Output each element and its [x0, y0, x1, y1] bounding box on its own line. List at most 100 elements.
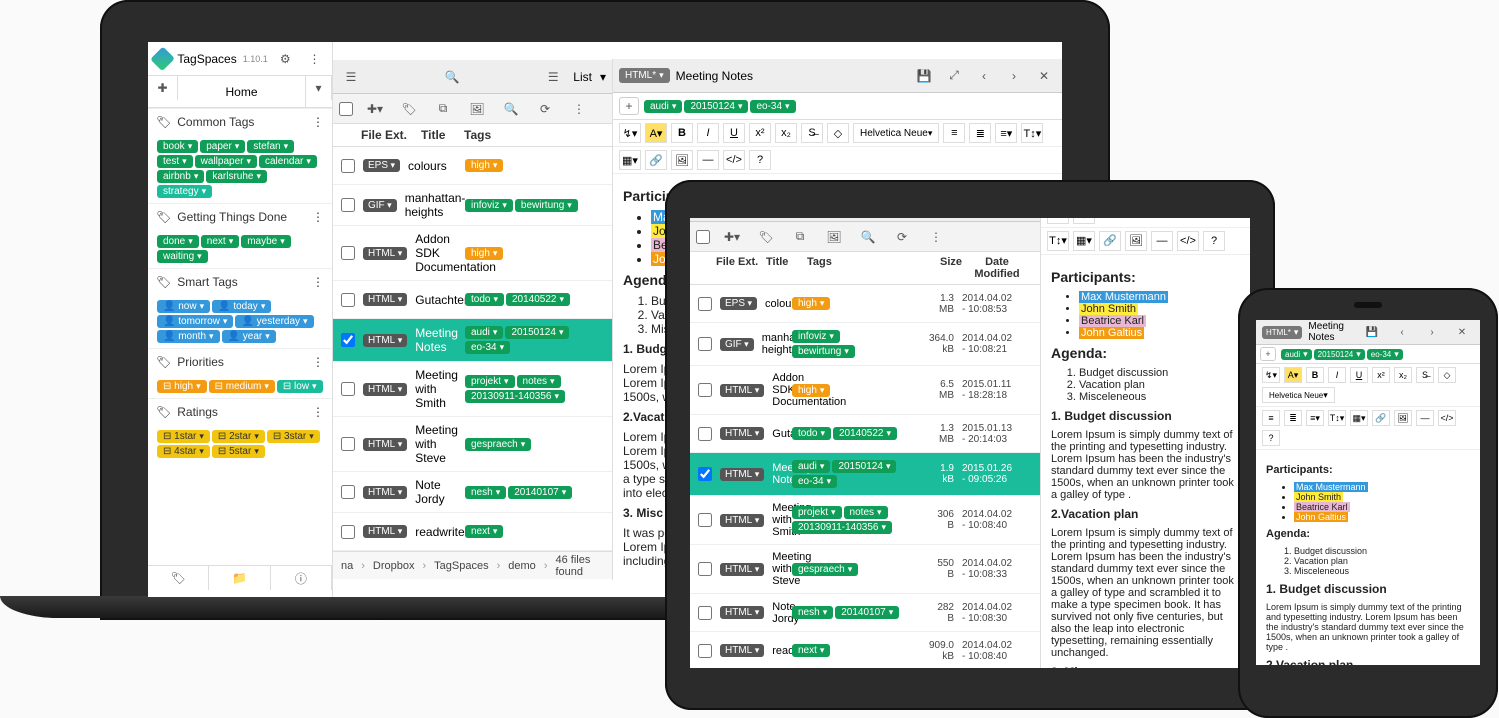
- sidebar-tag[interactable]: calendar: [259, 155, 317, 168]
- file-ext-badge[interactable]: HTML: [720, 563, 764, 576]
- editor-tag[interactable]: 20150124: [684, 100, 748, 113]
- file-tag[interactable]: 20140522: [506, 293, 570, 306]
- rte-clear[interactable]: S̶: [1047, 218, 1069, 224]
- rte-code[interactable]: </>: [1438, 410, 1456, 426]
- file-tag[interactable]: 20130911-140356: [465, 390, 565, 403]
- file-checkbox[interactable]: [698, 562, 712, 576]
- copy-icon[interactable]: ⧉: [431, 97, 455, 121]
- more-icon[interactable]: ⋮: [924, 225, 948, 249]
- file-row[interactable]: HTMLMeeting with Stevegespraech550B2014.…: [690, 545, 1040, 594]
- footer-folder-icon[interactable]: 📁: [209, 566, 270, 590]
- sidebar-tag[interactable]: strategy: [157, 185, 212, 198]
- file-row[interactable]: HTMLAddon SDK Documentationhigh: [333, 226, 612, 281]
- rte-font-select[interactable]: Helvetica Neue: [1262, 387, 1335, 403]
- file-row[interactable]: GIFmanhattan-heightsinfovizbewirtung: [333, 185, 612, 226]
- file-tag[interactable]: high: [792, 297, 830, 310]
- file-ext-badge[interactable]: HTML: [363, 383, 407, 396]
- file-row[interactable]: HTMLAddon SDK Documentationhigh6.5MB2015…: [690, 366, 1040, 415]
- file-tag[interactable]: infoviz: [792, 330, 840, 343]
- sidebar-group-header[interactable]: 🏷 Smart Tags⋮: [148, 268, 332, 295]
- prev-icon[interactable]: ‹: [972, 64, 996, 88]
- rte-align[interactable]: ≡▾: [995, 123, 1017, 143]
- footer-info-icon[interactable]: ⓘ: [271, 566, 332, 590]
- file-tag[interactable]: notes: [517, 375, 561, 388]
- file-row[interactable]: EPScolourshigh: [333, 147, 612, 185]
- sidebar-group-header[interactable]: 🏷 Common Tags⋮: [148, 108, 332, 135]
- file-checkbox[interactable]: [698, 467, 712, 481]
- rte-code[interactable]: </>: [1177, 231, 1199, 251]
- rte-italic[interactable]: I: [697, 123, 719, 143]
- file-row[interactable]: HTMLGutachtentodo20140522: [333, 281, 612, 319]
- add-tag-button[interactable]: +: [619, 97, 639, 115]
- sidebar-tag[interactable]: ⊟ 4star: [157, 445, 210, 458]
- sidebar-tag[interactable]: ⊟ 5star: [212, 445, 265, 458]
- rte-highlight[interactable]: A▾: [1284, 367, 1302, 383]
- editor-ext-badge[interactable]: HTML*: [619, 68, 670, 83]
- file-ext-badge[interactable]: HTML: [363, 247, 407, 260]
- file-tag[interactable]: gespraech: [465, 438, 531, 451]
- home-button[interactable]: Home: [178, 76, 306, 107]
- rte-ul[interactable]: ≡: [1262, 410, 1280, 426]
- file-ext-badge[interactable]: HTML: [363, 334, 407, 347]
- file-ext-badge[interactable]: HTML: [720, 427, 764, 440]
- select-all-checkbox[interactable]: [696, 230, 710, 244]
- sidebar-group-header[interactable]: 🏷 Getting Things Done⋮: [148, 203, 332, 230]
- file-tag[interactable]: high: [792, 384, 830, 397]
- rte-help[interactable]: ?: [1262, 430, 1280, 446]
- copy-icon[interactable]: ⧉: [788, 225, 812, 249]
- rte-eraser[interactable]: ◇: [1438, 367, 1456, 383]
- file-checkbox[interactable]: [341, 485, 355, 499]
- file-ext-badge[interactable]: HTML: [720, 468, 764, 481]
- next-icon[interactable]: ›: [1002, 64, 1026, 88]
- file-tag[interactable]: bewirtung: [515, 199, 578, 212]
- sidebar-tag[interactable]: ⊟ high: [157, 380, 207, 393]
- menu-kebab-icon[interactable]: ⋮: [303, 47, 326, 71]
- image-icon[interactable]: 🖼: [465, 97, 489, 121]
- file-checkbox[interactable]: [341, 333, 355, 347]
- rte-link[interactable]: 🔗: [645, 150, 667, 170]
- file-ext-badge[interactable]: GIF: [720, 338, 754, 351]
- col-date[interactable]: Date Modified: [962, 256, 1032, 280]
- file-row[interactable]: EPScolourshigh1.3MB2014.04.02- 10:08:53: [690, 285, 1040, 323]
- breadcrumb[interactable]: naDropboxTagSpacesdemo46 files found: [333, 551, 612, 579]
- sidebar-group-header[interactable]: 🏷 Ratings⋮: [148, 398, 332, 425]
- breadcrumb-item[interactable]: demo: [508, 560, 536, 572]
- rte-align[interactable]: ≡▾: [1306, 410, 1324, 426]
- file-row[interactable]: HTMLGutachtentodo201405221.3MB2015.01.13…: [690, 415, 1040, 453]
- add-tag-button[interactable]: +: [1260, 347, 1276, 361]
- rte-font-select[interactable]: Helvetica Neue: [853, 123, 939, 143]
- file-row[interactable]: GIFmanhattan-heightsinfovizbewirtung364.…: [690, 323, 1040, 366]
- home-dropdown[interactable]: ▾: [306, 76, 332, 100]
- col-title[interactable]: Title: [766, 256, 807, 280]
- file-checkbox[interactable]: [698, 297, 712, 311]
- image-icon[interactable]: 🖼: [822, 225, 846, 249]
- rte-help[interactable]: ?: [1203, 231, 1225, 251]
- file-row[interactable]: HTMLNote Jordynesh20140107282B2014.04.02…: [690, 594, 1040, 632]
- file-row[interactable]: HTMLMeeting Notesaudi20150124eo-34: [333, 319, 612, 362]
- sidebar-tag[interactable]: test: [157, 155, 193, 168]
- breadcrumb-item[interactable]: Dropbox: [373, 560, 415, 572]
- file-tag[interactable]: 20140522: [833, 427, 897, 440]
- rte-hr[interactable]: —: [1416, 410, 1434, 426]
- file-tag[interactable]: 20150124: [505, 326, 569, 339]
- file-checkbox[interactable]: [341, 382, 355, 396]
- save-icon[interactable]: 💾: [1360, 320, 1384, 344]
- file-ext-badge[interactable]: HTML: [720, 514, 764, 527]
- file-tag[interactable]: nesh: [465, 486, 506, 499]
- breadcrumb-item[interactable]: 46 files found: [555, 554, 604, 578]
- expand-icon[interactable]: ⤢: [942, 64, 966, 88]
- file-tag[interactable]: high: [465, 159, 503, 172]
- sidebar-tag[interactable]: paper: [200, 140, 245, 153]
- sidebar-tag[interactable]: ⊟ 3star: [267, 430, 320, 443]
- file-tag[interactable]: todo: [465, 293, 504, 306]
- sidebar-tag[interactable]: done: [157, 235, 199, 248]
- file-tag[interactable]: audi: [465, 326, 503, 339]
- editor-ext-badge[interactable]: HTML*: [1262, 326, 1302, 339]
- sidebar-tag[interactable]: 👤 now: [157, 300, 210, 313]
- rte-sup[interactable]: x²: [1372, 367, 1390, 383]
- add-icon[interactable]: ✚▾: [363, 97, 387, 121]
- rte-image[interactable]: 🖼: [671, 150, 693, 170]
- file-checkbox[interactable]: [698, 513, 712, 527]
- footer-tag-icon[interactable]: 🏷: [148, 566, 209, 590]
- sidebar-tag[interactable]: 👤 month: [157, 330, 220, 343]
